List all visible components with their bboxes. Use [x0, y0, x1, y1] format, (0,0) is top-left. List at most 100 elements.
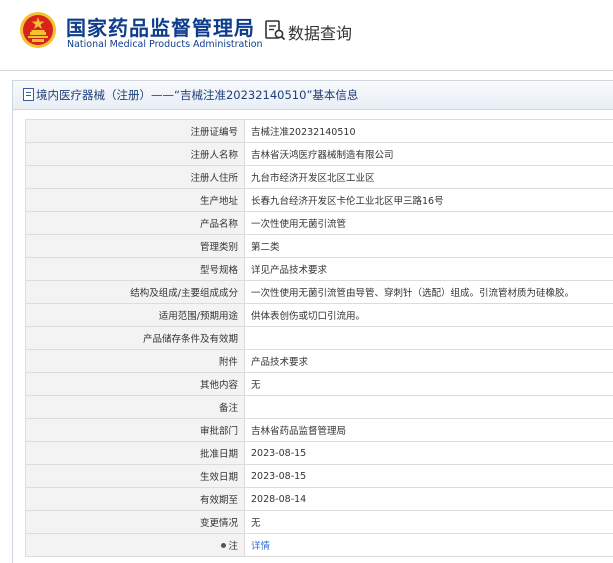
field-label: 型号规格: [26, 258, 245, 281]
field-value-text: 2028-08-14: [251, 494, 306, 505]
field-value: 一次性使用无菌引流管: [245, 212, 613, 235]
field-label-text: 变更情况: [200, 518, 238, 529]
national-emblem-icon: [19, 11, 57, 49]
data-query-icon: [264, 19, 286, 41]
field-value-text: 九台市经济开发区北区工业区: [251, 173, 375, 184]
field-label: 其他内容: [26, 373, 245, 396]
field-label: 批准日期: [26, 442, 245, 465]
field-label: 注: [26, 534, 245, 557]
field-value: 2023-08-15: [245, 442, 613, 465]
field-value-text: 长春九台经济开发区卡伦工业北区甲三路16号: [251, 196, 444, 207]
document-icon: [23, 88, 34, 101]
field-label: 审批部门: [26, 419, 245, 442]
field-label: 注册人名称: [26, 143, 245, 166]
table-row: 审批部门 吉林省药品监督管理局: [26, 419, 613, 442]
field-value-text: 无: [251, 518, 261, 529]
basic-info-table: 注册证编号 吉械注准20232140510 注册人名称 吉林省沃鸿医疗器械制造有限公司…: [25, 119, 613, 557]
table-row: 生效日期 2023-08-15: [26, 465, 613, 488]
field-label-text: 生产地址: [200, 196, 238, 207]
field-value: 无: [245, 511, 613, 534]
field-value-text: 产品技术要求: [251, 357, 308, 368]
table-row: 注册证编号 吉械注准20232140510: [26, 120, 613, 143]
site-header: 国家药品监督管理局 National Medical Products Admi…: [0, 0, 613, 64]
field-value: 长春九台经济开发区卡伦工业北区甲三路16号: [245, 189, 613, 212]
table-row: 备注: [26, 396, 613, 419]
brand-name-en: National Medical Products Administration: [67, 39, 263, 50]
field-value-text: 吉林省药品监督管理局: [251, 426, 346, 437]
details-link[interactable]: 详情: [251, 541, 270, 552]
field-value-text: 吉林省沃鸿医疗器械制造有限公司: [251, 150, 394, 161]
table-row: 附件 产品技术要求: [26, 350, 613, 373]
table-row: 生产地址 长春九台经济开发区卡伦工业北区甲三路16号: [26, 189, 613, 212]
field-value-text: 2023-08-15: [251, 448, 306, 459]
table-row: 其他内容 无: [26, 373, 613, 396]
note-bulb-icon: [221, 543, 226, 548]
field-value: [245, 327, 613, 350]
field-value: [245, 396, 613, 419]
field-value-text: 详见产品技术要求: [251, 265, 327, 276]
field-label: 附件: [26, 350, 245, 373]
field-value-text: 供体表创伤或切口引流用。: [251, 311, 365, 322]
field-label-text: 其他内容: [200, 380, 238, 391]
table-row: 产品名称 一次性使用无菌引流管: [26, 212, 613, 235]
field-label: 有效期至: [26, 488, 245, 511]
table-row: 变更情况 无: [26, 511, 613, 534]
field-value: 详见产品技术要求: [245, 258, 613, 281]
field-label-text: 批准日期: [200, 449, 238, 460]
field-value-text: 一次性使用无菌引流管: [251, 219, 346, 230]
field-label-text: 注册证编号: [190, 127, 238, 138]
field-value: 产品技术要求: [245, 350, 613, 373]
detail-panel: 境内医疗器械（注册）——“吉械注准20232140510”基本信息 注册证编号吉…: [12, 80, 613, 563]
page-title: 数据查询: [288, 20, 352, 44]
table-row: 注册人名称 吉林省沃鸿医疗器械制造有限公司: [26, 143, 613, 166]
panel-title-bar: 境内医疗器械（注册）——“吉械注准20232140510”基本信息: [13, 81, 613, 110]
field-label: 产品储存条件及有效期: [26, 327, 245, 350]
table-row: 注册人住所 九台市经济开发区北区工业区: [26, 166, 613, 189]
field-label-text: 备注: [219, 403, 238, 414]
field-label: 生效日期: [26, 465, 245, 488]
field-value: 吉林省沃鸿医疗器械制造有限公司: [245, 143, 613, 166]
table-row: 结构及组成/主要组成成分 一次性使用无菌引流管由导管、穿刺针（选配）组成。引流管材…: [26, 281, 613, 304]
field-value: 第二类: [245, 235, 613, 258]
field-label-text: 注: [228, 541, 238, 552]
table-row: 有效期至 2028-08-14: [26, 488, 613, 511]
field-label-text: 注册人住所: [190, 173, 238, 184]
table-row: 管理类别 第二类: [26, 235, 613, 258]
field-value: 2028-08-14: [245, 488, 613, 511]
field-value-text: 2023-08-15: [251, 471, 306, 482]
table-row: 注 详情: [26, 534, 613, 557]
field-label-text: 产品储存条件及有效期: [143, 334, 238, 345]
field-label-text: 审批部门: [200, 426, 238, 437]
field-value: 供体表创伤或切口引流用。: [245, 304, 613, 327]
field-label-text: 适用范围/预期用途: [159, 311, 238, 322]
field-value: 吉械注准20232140510: [245, 120, 613, 143]
header-divider: [0, 70, 613, 71]
field-value-text: 无: [251, 380, 261, 391]
field-value-text: 吉械注准20232140510: [251, 127, 356, 138]
field-label-text: 有效期至: [200, 495, 238, 506]
field-label: 备注: [26, 396, 245, 419]
field-label-text: 管理类别: [200, 242, 238, 253]
table-row: 型号规格 详见产品技术要求: [26, 258, 613, 281]
field-label-text: 型号规格: [200, 265, 238, 276]
field-label: 适用范围/预期用途: [26, 304, 245, 327]
field-label-text: 结构及组成/主要组成成分: [130, 288, 238, 299]
field-label-text: 生效日期: [200, 472, 238, 483]
field-label: 结构及组成/主要组成成分: [26, 281, 245, 304]
table-row: 批准日期 2023-08-15: [26, 442, 613, 465]
field-value[interactable]: 详情: [245, 534, 613, 557]
field-value-text: 第二类: [251, 242, 280, 253]
brand-name-cn: 国家药品监督管理局: [66, 12, 255, 41]
field-value-text: 一次性使用无菌引流管由导管、穿刺针（选配）组成。引流管材质为硅橡胶。: [251, 288, 574, 299]
field-label-text: 产品名称: [200, 219, 238, 230]
field-value: 一次性使用无菌引流管由导管、穿刺针（选配）组成。引流管材质为硅橡胶。: [245, 281, 613, 304]
field-label: 变更情况: [26, 511, 245, 534]
field-value: 无: [245, 373, 613, 396]
table-row: 产品储存条件及有效期: [26, 327, 613, 350]
field-label-text: 注册人名称: [190, 150, 238, 161]
field-label-text: 附件: [219, 357, 238, 368]
field-label: 生产地址: [26, 189, 245, 212]
field-label: 注册证编号: [26, 120, 245, 143]
field-value: 九台市经济开发区北区工业区: [245, 166, 613, 189]
panel-title: 境内医疗器械（注册）——“吉械注准20232140510”基本信息: [36, 88, 358, 102]
